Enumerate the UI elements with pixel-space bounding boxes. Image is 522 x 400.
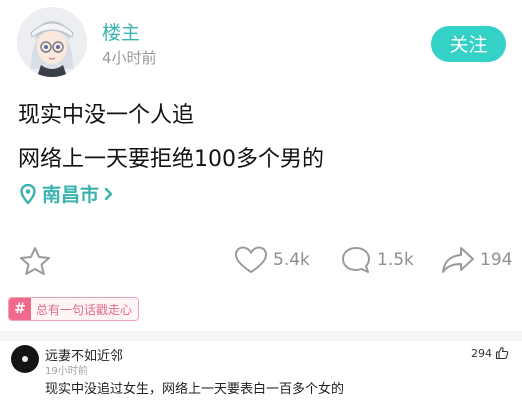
anime-girl-avatar-icon — [17, 7, 87, 77]
post-time: 4小时前 — [102, 49, 157, 67]
comment-time: 19小时前 — [45, 366, 88, 377]
location-pin-icon — [20, 183, 36, 204]
follow-button[interactable]: 关注 — [431, 26, 506, 62]
chevron-right-icon — [104, 187, 113, 200]
comment-like-count: 294 — [471, 346, 492, 360]
location-link[interactable]: 南昌市 — [20, 180, 119, 207]
avatar-dot-icon — [22, 356, 28, 362]
share-arrow-icon — [442, 247, 474, 273]
share-count: 194 — [480, 250, 513, 270]
author-avatar[interactable] — [17, 7, 87, 77]
like-count: 5.4k — [273, 250, 310, 270]
favorite-button[interactable] — [18, 245, 57, 277]
comment-text: 现实中没追过女生，网络上一天要表白一百多个女的 — [45, 382, 345, 397]
thumbs-up-icon — [495, 346, 509, 360]
hashtag-icon: # — [9, 298, 31, 320]
section-divider — [0, 331, 522, 341]
comment-bubble-icon — [342, 247, 370, 273]
post-text-line-2: 网络上一天要拒绝100多个男的 — [18, 147, 324, 172]
comment-button[interactable]: 1.5k — [340, 245, 414, 275]
share-button[interactable]: 194 — [441, 245, 512, 275]
heart-icon — [234, 246, 268, 274]
topic-tag[interactable]: # 总有一句话戳走心 — [8, 297, 140, 321]
location-label: 南昌市 — [42, 184, 100, 206]
author-name[interactable]: 楼主 — [102, 18, 140, 45]
post-text-line-1: 现实中没一个人追 — [18, 103, 195, 128]
comment-like-button[interactable]: 294 — [471, 346, 509, 360]
like-button[interactable]: 5.4k — [234, 245, 310, 275]
star-icon — [20, 247, 50, 275]
comment-count: 1.5k — [377, 250, 414, 270]
commenter-avatar[interactable] — [11, 345, 39, 373]
topic-label: 总有一句话戳走心 — [36, 302, 133, 317]
